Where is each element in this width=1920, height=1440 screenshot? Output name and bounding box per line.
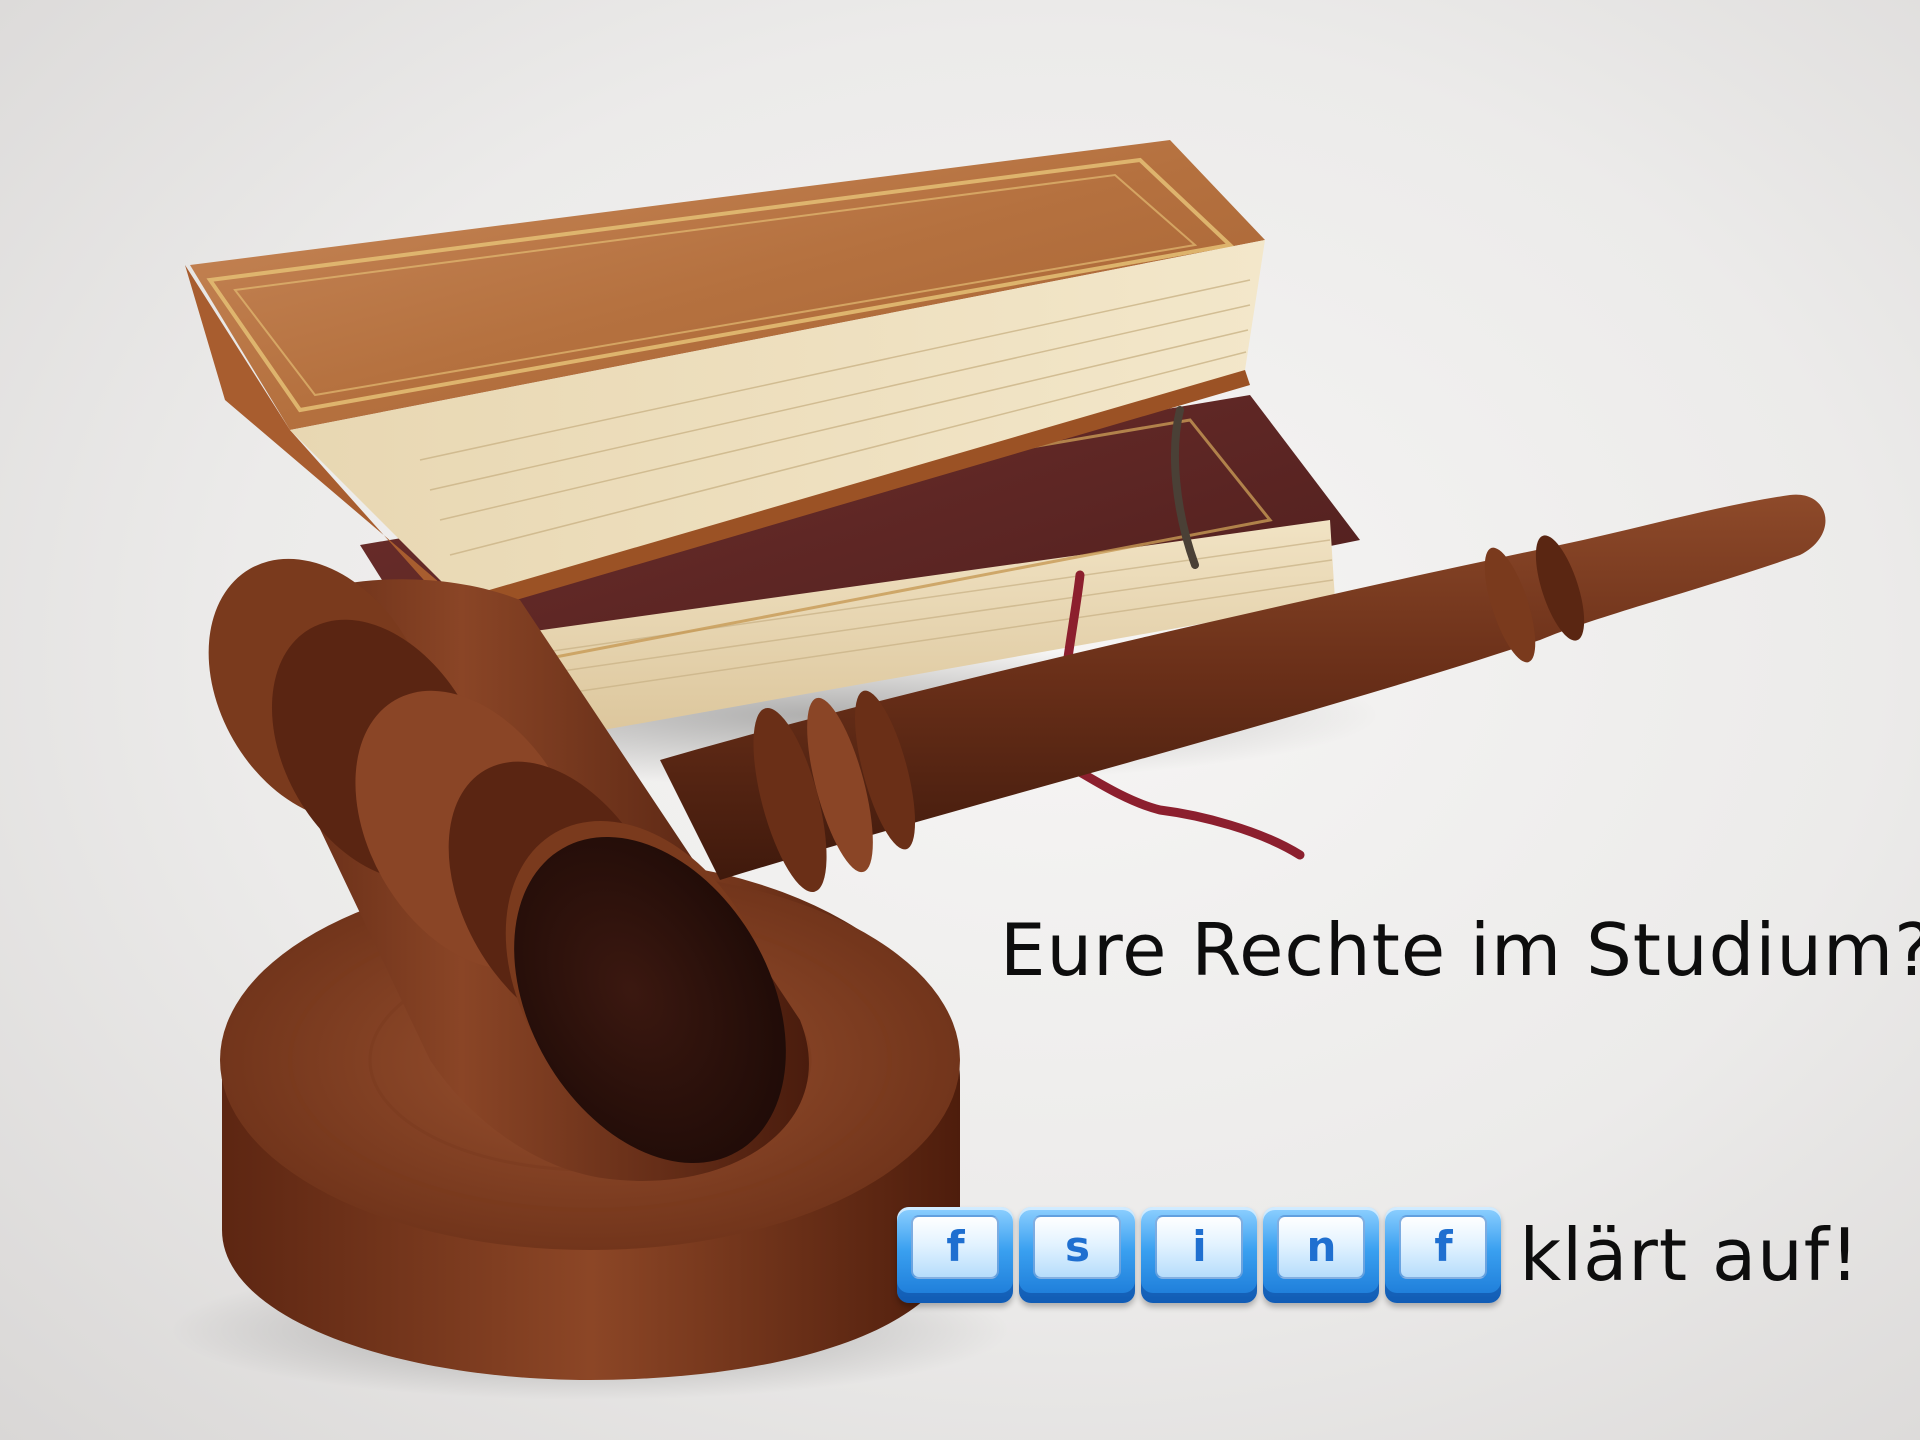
- logo-key-letter: n: [1306, 1222, 1337, 1271]
- photo-stage: Eure Rechte im Studium? f s i n f klärt …: [0, 0, 1920, 1440]
- logo-key-letter: s: [1064, 1222, 1090, 1271]
- logo-key: n: [1263, 1207, 1380, 1303]
- brand-line: f s i n f klärt auf!: [897, 1200, 1860, 1310]
- fsinf-logo: f s i n f: [897, 1207, 1502, 1303]
- tagline-text: klärt auf!: [1519, 1213, 1860, 1297]
- logo-key: f: [1385, 1207, 1502, 1303]
- logo-key-letter: f: [946, 1222, 965, 1271]
- logo-key: f: [897, 1207, 1014, 1303]
- headline-text: Eure Rechte im Studium?: [1000, 908, 1920, 992]
- logo-key: i: [1141, 1207, 1258, 1303]
- logo-key: s: [1019, 1207, 1136, 1303]
- logo-key-letter: i: [1192, 1222, 1207, 1271]
- logo-key-letter: f: [1434, 1222, 1453, 1271]
